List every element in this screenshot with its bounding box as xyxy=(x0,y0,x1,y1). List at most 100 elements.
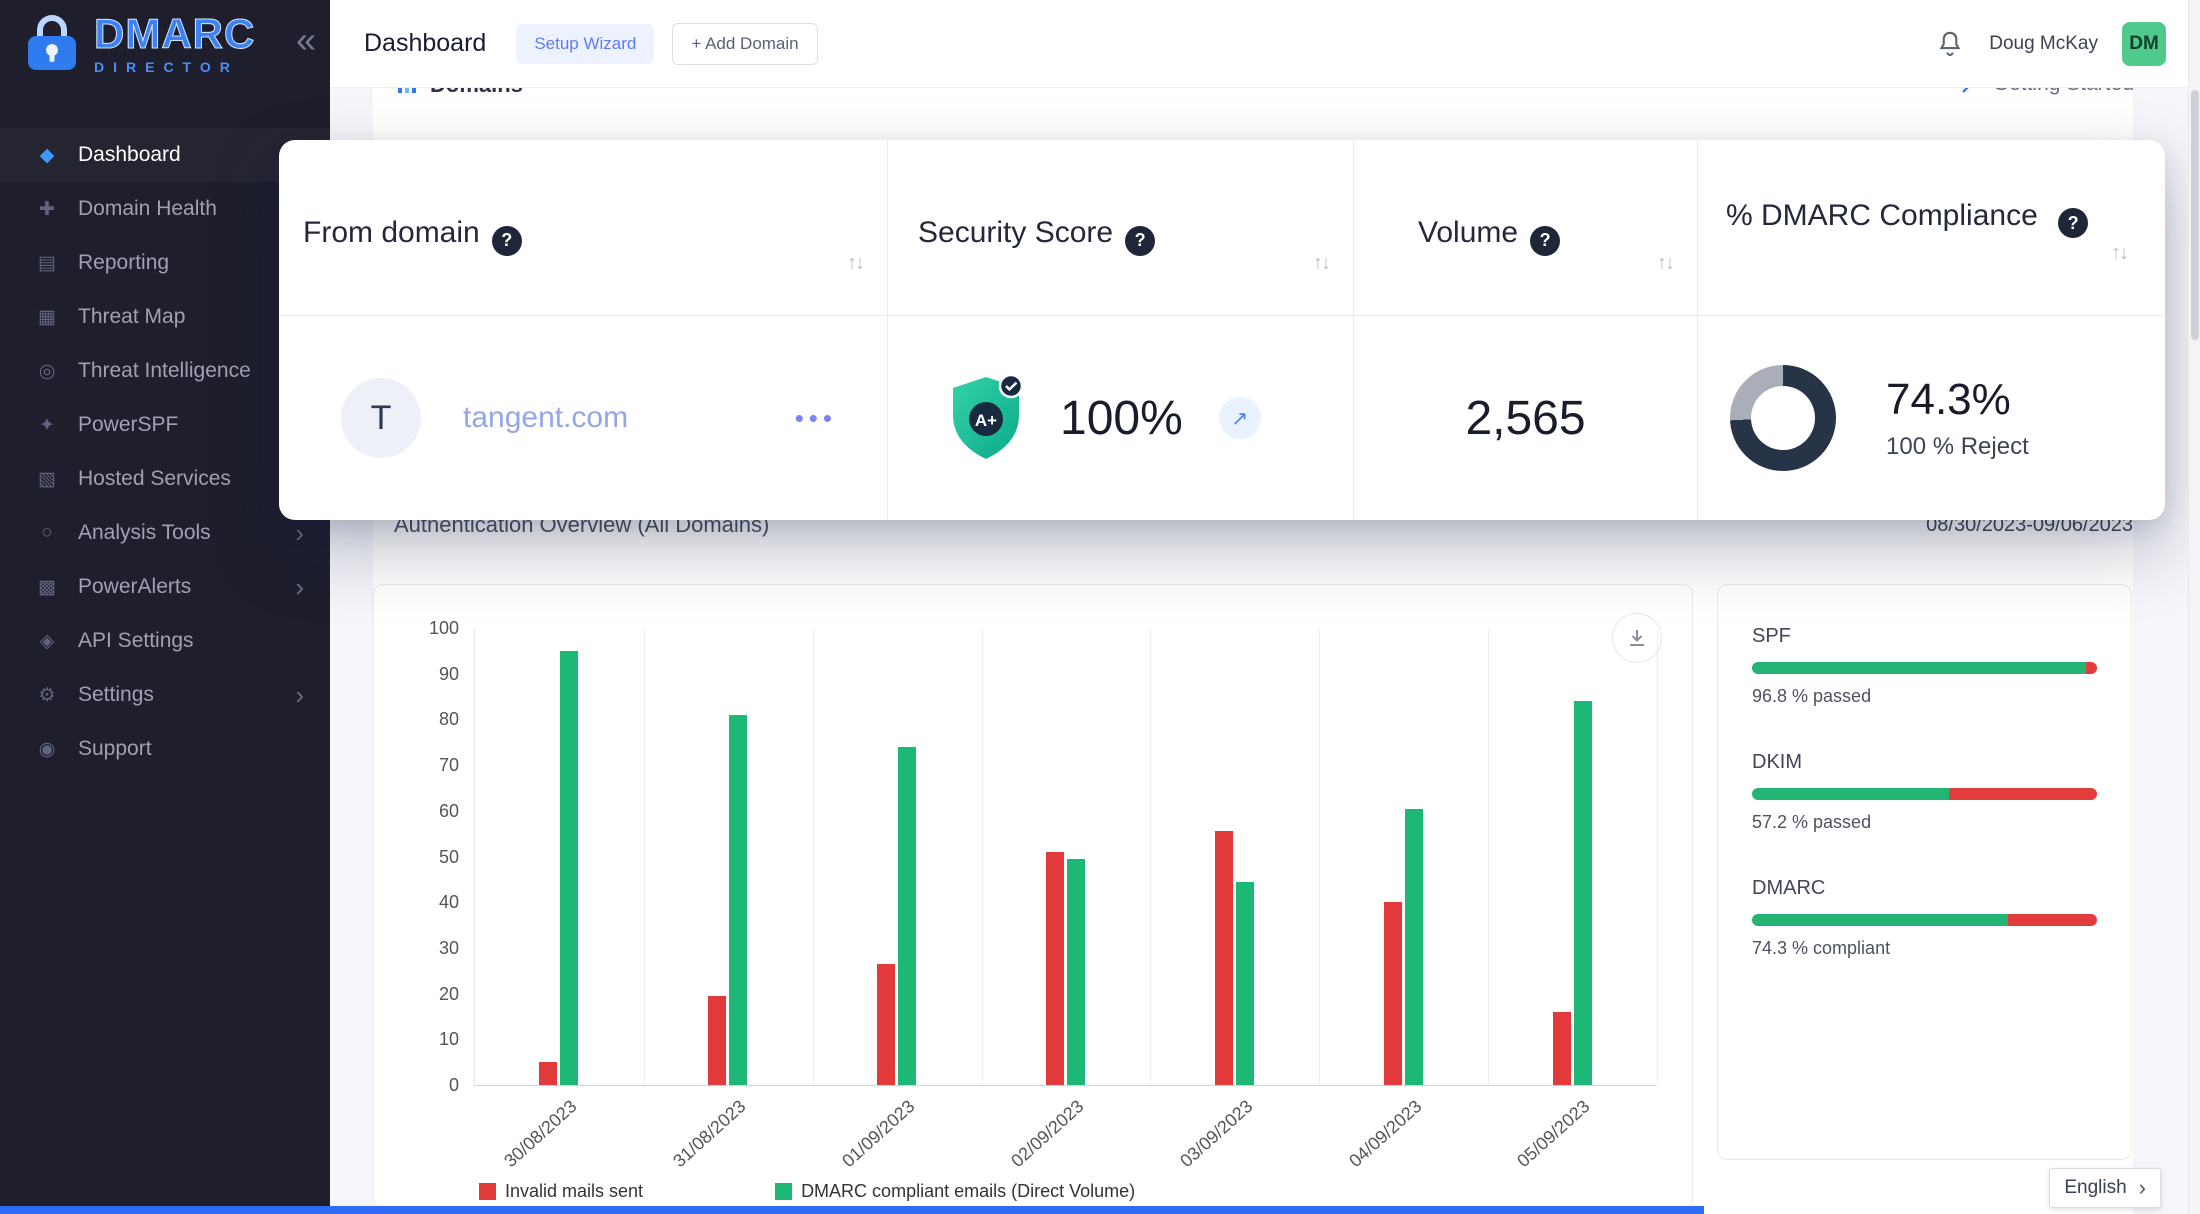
help-icon[interactable] xyxy=(1125,226,1155,256)
table-header-volume: Volume xyxy=(1354,140,1698,315)
domain-link[interactable]: tangent.com xyxy=(463,401,628,435)
chart-legend: Invalid mails sentDMARC compliant emails… xyxy=(479,1181,1135,1202)
table-header-dmarc-compliance: % DMARC Compliance xyxy=(1698,140,2165,315)
page-title: Dashboard xyxy=(364,29,486,58)
sidebar-item-settings[interactable]: ⚙Settings xyxy=(0,668,330,722)
topbar: Dashboard Setup Wizard + Add Domain Doug… xyxy=(330,0,2200,88)
launch-icon xyxy=(1959,88,1983,96)
cell-volume: 2,565 xyxy=(1354,316,1698,520)
getting-started-link[interactable]: Getting Started xyxy=(1959,88,2134,96)
stat-value: 57.2 % passed xyxy=(1752,812,2097,833)
header-label: % DMARC Compliance xyxy=(1726,199,2038,232)
chevron-right-icon xyxy=(2139,1175,2146,1201)
sidebar-item-label: Settings xyxy=(78,683,154,707)
legend-swatch xyxy=(479,1183,496,1200)
bar-invalid xyxy=(1046,852,1064,1085)
cell-from-domain: T tangent.com xyxy=(279,316,888,520)
vertical-scrollbar[interactable] xyxy=(2188,0,2200,1214)
logo-title: DMARC xyxy=(94,13,255,55)
stat-bar-passed xyxy=(1752,788,1949,800)
bar-compliant xyxy=(1405,809,1423,1085)
stat-bar-passed xyxy=(1752,662,2086,674)
bar-invalid xyxy=(1553,1012,1571,1085)
stat-value: 74.3 % compliant xyxy=(1752,938,2097,959)
sidebar-item-label: PowerAlerts xyxy=(78,575,191,599)
y-axis-tick: 20 xyxy=(389,984,459,1005)
add-domain-button[interactable]: + Add Domain xyxy=(672,23,817,65)
legend-swatch xyxy=(775,1183,792,1200)
x-axis-label: 30/08/2023 xyxy=(500,1096,581,1172)
stat-label: DMARC xyxy=(1752,877,2097,900)
setup-wizard-button[interactable]: Setup Wizard xyxy=(516,24,654,64)
domain-table-row: T tangent.com A+ 100% 2,565 xyxy=(279,316,2165,520)
sidebar-item-support[interactable]: ◉ Support xyxy=(0,722,330,776)
poweralerts-icon: ▩ xyxy=(34,576,60,599)
y-axis-tick: 100 xyxy=(389,618,459,639)
row-actions-menu[interactable] xyxy=(795,403,837,434)
sidebar-item-label: Support xyxy=(78,737,152,761)
chevron-right-icon xyxy=(295,572,304,603)
y-axis-tick: 50 xyxy=(389,847,459,868)
sidebar-item-label: Dashboard xyxy=(78,143,181,167)
scrollbar-thumb[interactable] xyxy=(2191,90,2199,340)
topbar-right: Doug McKay DM xyxy=(1935,22,2166,66)
compliance-percent: 74.3% xyxy=(1886,375,2029,425)
x-axis-label: 05/09/2023 xyxy=(1514,1096,1595,1172)
help-icon[interactable] xyxy=(1530,226,1560,256)
sort-icon[interactable] xyxy=(1313,252,1329,275)
analysis-tools-icon: ○ xyxy=(34,522,60,544)
help-icon[interactable] xyxy=(2058,208,2088,238)
chevrons-left-icon xyxy=(296,19,316,60)
gridline xyxy=(1319,629,1320,1085)
user-name: Doug McKay xyxy=(1989,33,2098,55)
chevron-right-icon xyxy=(295,680,304,711)
legend-label: Invalid mails sent xyxy=(505,1181,643,1202)
sidebar-item-label: Threat Intelligence xyxy=(78,359,251,383)
help-icon[interactable] xyxy=(492,226,522,256)
y-axis-tick: 60 xyxy=(389,801,459,822)
sidebar-item-label: Domain Health xyxy=(78,197,217,221)
threat-map-icon: ▦ xyxy=(34,306,60,329)
score-value: 100% xyxy=(1060,391,1183,446)
sort-icon[interactable] xyxy=(2111,240,2127,267)
stat-bar-passed xyxy=(1752,914,2008,926)
y-axis-tick: 0 xyxy=(389,1075,459,1096)
header-label: From domain xyxy=(303,216,480,249)
cell-security-score: A+ 100% xyxy=(888,316,1354,520)
sort-icon[interactable] xyxy=(847,252,863,275)
stat-value: 96.8 % passed xyxy=(1752,686,2097,707)
score-shield: A+ xyxy=(948,373,1024,463)
gridline xyxy=(644,629,645,1085)
domain-health-icon: ✚ xyxy=(34,198,60,221)
stat-dkim: DKIM57.2 % passed xyxy=(1752,751,2097,833)
sidebar-item-label: Threat Map xyxy=(78,305,185,329)
bar-compliant xyxy=(1236,882,1254,1085)
user-avatar[interactable]: DM xyxy=(2122,22,2166,66)
bar-compliant xyxy=(898,747,916,1085)
sidebar-item-api-settings[interactable]: ◈API Settings xyxy=(0,614,330,668)
stat-bar xyxy=(1752,788,2097,800)
threat-intelligence-icon: ◎ xyxy=(34,360,60,383)
table-header-from-domain: From domain xyxy=(279,140,888,315)
bar-compliant xyxy=(1574,701,1592,1085)
bar-compliant xyxy=(729,715,747,1085)
support-icon: ◉ xyxy=(34,738,60,761)
section-domains-header: Domains xyxy=(396,88,523,98)
y-axis-tick: 70 xyxy=(389,755,459,776)
sort-icon[interactable] xyxy=(1657,252,1673,275)
bar-invalid xyxy=(539,1062,557,1085)
getting-started-label: Getting Started xyxy=(1993,88,2134,96)
sidebar-item-label: API Settings xyxy=(78,629,194,653)
y-axis-tick: 10 xyxy=(389,1029,459,1050)
collapse-sidebar-button[interactable] xyxy=(296,22,316,58)
stat-bar-failed xyxy=(1949,788,2097,800)
stat-bar-failed xyxy=(2086,662,2097,674)
stat-spf: SPF96.8 % passed xyxy=(1752,625,2097,707)
score-detail-link[interactable] xyxy=(1219,397,1261,439)
sidebar-item-poweralerts[interactable]: ▩ PowerAlerts xyxy=(0,560,330,614)
auth-stats-card: SPF96.8 % passed DKIM57.2 % passed DMARC 74… xyxy=(1717,584,2132,1160)
notifications-button[interactable] xyxy=(1935,29,1965,59)
language-selector[interactable]: English xyxy=(2049,1168,2161,1208)
gridline xyxy=(813,629,814,1085)
x-axis-label: 02/09/2023 xyxy=(1007,1096,1088,1172)
